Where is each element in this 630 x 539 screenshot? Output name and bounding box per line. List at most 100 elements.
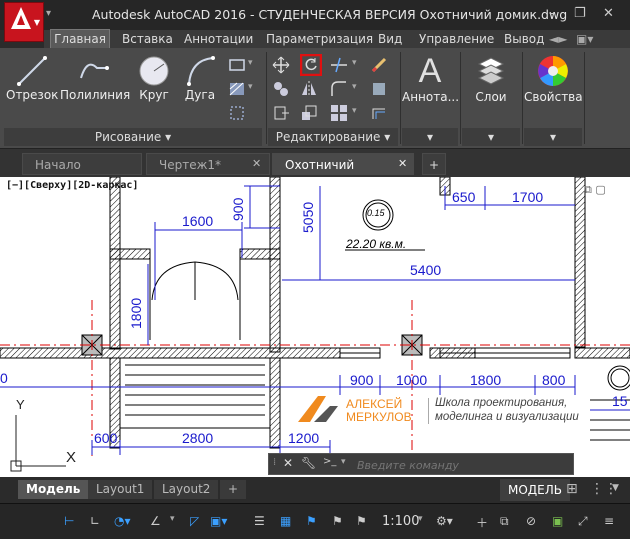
circle-button[interactable]: Круг: [134, 54, 174, 102]
tab-home[interactable]: Главная: [50, 29, 110, 49]
close-button[interactable]: ✕: [603, 6, 614, 21]
tab-start[interactable]: Начало: [22, 153, 142, 175]
trim-icon[interactable]: [330, 56, 348, 74]
tab-parametric[interactable]: Параметризация: [266, 30, 373, 48]
layout-tab-bar: Модель Layout1 Layout2 + МОДЕЛЬ ⊞ ⋮⋮ ▼: [0, 477, 630, 501]
scale-icon[interactable]: [300, 104, 318, 122]
quick-access-toolbar[interactable]: ▾: [46, 8, 51, 19]
viewport-restore-icon[interactable]: ⧉ ▢: [584, 183, 606, 197]
fullscreen-icon[interactable]: ⤢: [578, 514, 588, 530]
explode-icon[interactable]: [370, 80, 388, 98]
application-menu-button[interactable]: ▼: [4, 2, 44, 42]
model-space-button[interactable]: МОДЕЛЬ: [500, 479, 571, 501]
chevron-down-icon[interactable]: ▾: [248, 58, 253, 68]
chevron-down-icon[interactable]: ▾: [352, 106, 357, 116]
properties-panel-toggle[interactable]: ▾: [524, 128, 582, 146]
restore-button[interactable]: ❐: [574, 6, 586, 21]
tab-output[interactable]: Вывод: [504, 30, 544, 48]
circle-label: Круг: [139, 88, 169, 102]
chevron-down-icon[interactable]: ▾: [341, 457, 346, 467]
tab-insert[interactable]: Вставка: [122, 30, 173, 48]
annotation-button[interactable]: A Аннота...: [402, 52, 459, 104]
gear-icon[interactable]: ⚙▾: [436, 514, 453, 530]
close-icon[interactable]: ✕: [398, 157, 407, 170]
erase-icon[interactable]: [370, 56, 388, 74]
autoscale-icon[interactable]: ⚑: [332, 514, 343, 530]
polar-tracking-icon[interactable]: ∟: [90, 514, 100, 530]
offset-icon[interactable]: [370, 104, 388, 122]
array-icon[interactable]: [330, 104, 348, 122]
tab-view[interactable]: Вид: [378, 30, 402, 48]
new-layout-button[interactable]: +: [220, 480, 247, 499]
copy-icon[interactable]: [272, 80, 290, 98]
polyline-button[interactable]: Полилиния: [60, 54, 130, 102]
close-icon[interactable]: ✕: [283, 456, 293, 470]
mirror-icon[interactable]: [300, 80, 318, 98]
move-icon[interactable]: [272, 56, 290, 74]
chevron-down-icon[interactable]: ▼: [612, 483, 619, 493]
room-number: 0.15: [367, 208, 385, 218]
panel-divider: [584, 52, 585, 144]
tab-layout1[interactable]: Layout1: [88, 480, 153, 499]
grid-icon[interactable]: ⊞: [566, 481, 578, 497]
chevron-down-icon[interactable]: ▾: [170, 514, 175, 530]
plus-icon[interactable]: ＋: [476, 514, 488, 530]
fillet-icon[interactable]: [330, 80, 348, 98]
layers-panel-toggle[interactable]: ▾: [462, 128, 520, 146]
boundary-icon[interactable]: [228, 104, 246, 122]
arc-button[interactable]: Дуга: [180, 54, 220, 102]
line-button[interactable]: Отрезок: [6, 54, 58, 102]
grip-handle-icon[interactable]: ⁞: [273, 457, 276, 468]
annotation-visibility-icon[interactable]: ⚑: [306, 514, 317, 530]
dimension-label: 900: [230, 197, 246, 221]
rectangle-icon[interactable]: [228, 56, 246, 74]
more-tabs-icon[interactable]: ◄►: [549, 30, 567, 48]
watermark-name-last: МЕРКУЛОВ: [346, 410, 412, 424]
hatch-icon[interactable]: [228, 80, 246, 98]
selection-cycling-icon[interactable]: ▦: [280, 514, 291, 530]
customization-menu-icon[interactable]: ≡: [604, 514, 614, 530]
ortho-icon[interactable]: ⊢: [64, 514, 74, 530]
line-label: Отрезок: [6, 88, 59, 102]
modify-panel-title[interactable]: Редактирование ▾: [268, 128, 398, 146]
wrench-icon[interactable]: 🔧︎: [301, 456, 316, 470]
room-area: 22.20 кв.м.: [346, 237, 407, 251]
chevron-down-icon[interactable]: ▾: [352, 82, 357, 92]
tab-layout2[interactable]: Layout2: [154, 480, 219, 499]
properties-label: Свойства: [524, 90, 583, 104]
tab-current-drawing[interactable]: Охотничий домик*: [272, 153, 414, 194]
transparency-icon[interactable]: ☰: [254, 514, 265, 530]
drawing-canvas[interactable]: 1600 900 5050 650 1700 5400 1800 0.15 22…: [0, 177, 630, 477]
tab-manage[interactable]: Управление: [419, 30, 494, 48]
object-snap-icon[interactable]: ◸: [190, 514, 199, 530]
chevron-down-icon[interactable]: ▾: [418, 514, 423, 530]
tab-model[interactable]: Модель: [18, 480, 89, 499]
minimize-ribbon-icon[interactable]: ▣▾: [576, 30, 593, 48]
command-prompt-icon[interactable]: >_: [323, 456, 336, 467]
properties-button[interactable]: Свойства: [524, 52, 583, 104]
annotation-panel-toggle[interactable]: ▾: [402, 128, 458, 146]
annotation-scale-value[interactable]: 1:100: [382, 514, 419, 530]
layers-button[interactable]: Слои: [462, 52, 520, 104]
isolate-objects-icon[interactable]: ⧉: [500, 514, 509, 530]
hardware-acceleration-icon[interactable]: ⊘: [526, 514, 536, 530]
object-snap-tracking-icon[interactable]: ∠: [150, 514, 161, 530]
chevron-down-icon[interactable]: ▾: [352, 58, 357, 68]
isodraft-icon[interactable]: ◔▾: [114, 514, 131, 530]
chevron-down-icon[interactable]: ▾: [248, 82, 253, 92]
rotate-icon[interactable]: [300, 54, 322, 76]
panel-divider: [522, 52, 523, 144]
stretch-icon[interactable]: [272, 104, 290, 122]
polyline-icon: [80, 63, 109, 79]
lineweight-icon[interactable]: ▣▾: [210, 514, 227, 530]
clean-screen-icon[interactable]: ▣: [552, 514, 563, 530]
draw-panel-title[interactable]: Рисование ▾: [4, 128, 262, 146]
new-tab-button[interactable]: +: [422, 153, 446, 175]
command-input[interactable]: [355, 456, 569, 474]
close-icon[interactable]: ✕: [252, 157, 261, 170]
tab-annotate[interactable]: Аннотации: [184, 30, 253, 48]
dimension-label: 1800: [128, 297, 144, 329]
minimize-button[interactable]: –: [549, 6, 556, 21]
annotation-scale-icon[interactable]: ⚑: [356, 514, 367, 530]
viewport-controls-label[interactable]: [−][Сверху][2D-каркас]: [6, 180, 138, 191]
